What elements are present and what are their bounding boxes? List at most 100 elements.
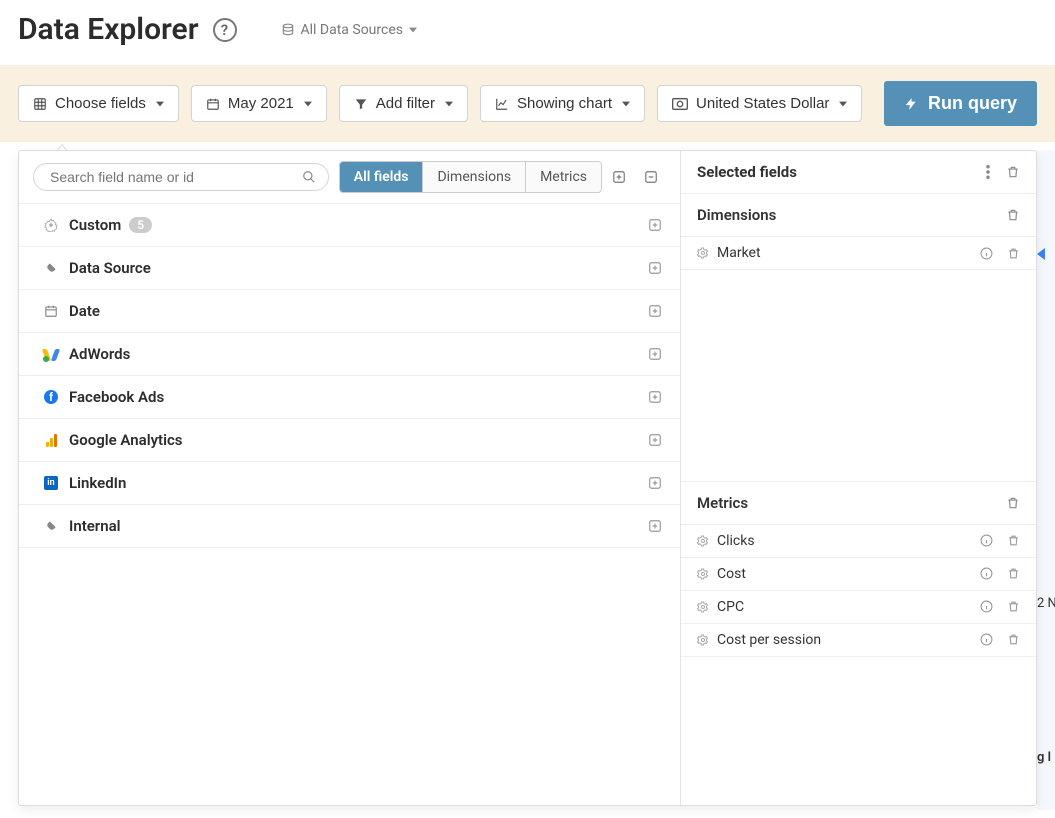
info-icon[interactable] [980,534,993,547]
field-group-google-analytics[interactable]: Google Analytics [19,419,680,462]
run-query-label: Run query [928,93,1017,114]
help-icon[interactable]: ? [213,18,237,42]
view-mode-button[interactable]: Showing chart [480,85,645,122]
clear-metrics-icon[interactable] [1006,496,1020,510]
field-group-adwords[interactable]: AdWords [19,333,680,376]
selected-fields-header: Selected fields [681,151,1036,194]
gear-icon [697,535,709,547]
tab-all-fields[interactable]: All fields [340,162,424,192]
currency-button[interactable]: United States Dollar [657,85,862,122]
expand-group-icon[interactable] [648,390,662,404]
gear-icon [697,601,709,613]
remove-item-icon[interactable] [1007,534,1020,547]
selected-item-label: Cost per session [717,632,821,648]
field-group-date[interactable]: Date [19,290,680,333]
field-group-label: Custom [69,216,121,234]
date-range-button[interactable]: May 2021 [191,85,327,122]
facebook-icon: f [41,390,61,404]
clear-all-icon[interactable] [1006,165,1020,179]
field-group-label: Google Analytics [69,431,183,449]
view-mode-label: Showing chart [517,95,612,112]
field-picker-popover: All fields Dimensions Metrics [18,150,1037,806]
bg-text-1: 2 N [1037,596,1055,611]
background-hint: 2 N g l [1037,150,1055,810]
field-group-linkedin[interactable]: in LinkedIn [19,462,680,505]
dimensions-header: Dimensions [681,194,1036,237]
metrics-header: Metrics [681,482,1036,525]
gear-icon [41,218,61,232]
field-group-custom[interactable]: Custom 5 [19,204,680,247]
caret-down-icon [445,100,453,108]
expand-group-icon[interactable] [648,519,662,533]
info-icon[interactable] [980,633,993,646]
selected-metric[interactable]: Cost [681,558,1036,591]
field-group-data-source[interactable]: Data Source [19,247,680,290]
field-group-label: Facebook Ads [69,388,164,406]
currency-icon [672,97,688,111]
bolt-icon [904,95,918,113]
expand-all-icon[interactable] [612,170,626,184]
metrics-list: Clicks Cost [681,525,1036,805]
selected-metrics-section: Metrics Clicks [681,482,1036,805]
clear-dimensions-icon[interactable] [1006,208,1020,222]
adwords-icon [41,347,61,361]
selected-fields-title: Selected fields [697,163,797,181]
dimensions-list: Market [681,237,1036,481]
remove-item-icon[interactable] [1007,600,1020,613]
field-group-internal[interactable]: Internal [19,505,680,548]
expand-group-icon[interactable] [648,218,662,232]
more-options-icon[interactable] [986,165,990,179]
choose-fields-label: Choose fields [55,95,146,112]
chart-corner-icon [1037,248,1045,260]
page-header: Data Explorer ? All Data Sources [0,0,1055,65]
info-icon[interactable] [980,567,993,580]
expand-group-icon[interactable] [648,261,662,275]
search-icon [302,170,316,184]
selected-metric[interactable]: Cost per session [681,624,1036,657]
add-filter-label: Add filter [376,95,435,112]
remove-item-icon[interactable] [1007,247,1020,260]
expand-group-icon[interactable] [648,304,662,318]
selected-dimensions-section: Dimensions Market [681,194,1036,482]
plug-icon [41,261,61,275]
caret-down-icon [156,100,164,108]
datasources-dropdown[interactable]: All Data Sources [281,22,418,38]
collapse-all-icon[interactable] [644,170,658,184]
info-icon[interactable] [980,247,993,260]
choose-fields-button[interactable]: Choose fields [18,85,179,122]
selected-dimension[interactable]: Market [681,237,1036,270]
tab-metrics[interactable]: Metrics [526,162,601,192]
filter-icon [354,97,368,111]
available-fields-panel: All fields Dimensions Metrics [19,151,681,805]
toolbar: Choose fields May 2021 Add filter [0,65,1055,142]
gear-icon [697,568,709,580]
expand-collapse-controls [612,170,666,184]
datasources-label: All Data Sources [301,22,404,38]
add-filter-button[interactable]: Add filter [339,85,468,122]
chart-icon [495,97,509,111]
tab-dimensions[interactable]: Dimensions [423,162,526,192]
date-range-label: May 2021 [228,95,294,112]
calendar-icon [206,97,220,111]
gear-icon [697,634,709,646]
field-search-box[interactable] [33,163,329,191]
field-group-facebook-ads[interactable]: f Facebook Ads [19,376,680,419]
field-group-label: Data Source [69,259,151,277]
expand-group-icon[interactable] [648,347,662,361]
expand-group-icon[interactable] [648,433,662,447]
caret-down-icon [304,100,312,108]
remove-item-icon[interactable] [1007,633,1020,646]
field-group-label: LinkedIn [69,474,126,492]
selected-item-label: CPC [717,599,744,615]
bg-text-2: g l [1037,750,1051,765]
selected-metric[interactable]: CPC [681,591,1036,624]
field-search-input[interactable] [50,169,292,185]
run-query-button[interactable]: Run query [884,81,1037,126]
field-group-label: Date [69,302,100,320]
remove-item-icon[interactable] [1007,567,1020,580]
dimensions-title: Dimensions [697,206,776,224]
expand-group-icon[interactable] [648,476,662,490]
info-icon[interactable] [980,600,993,613]
selected-metric[interactable]: Clicks [681,525,1036,558]
caret-down-icon [622,100,630,108]
